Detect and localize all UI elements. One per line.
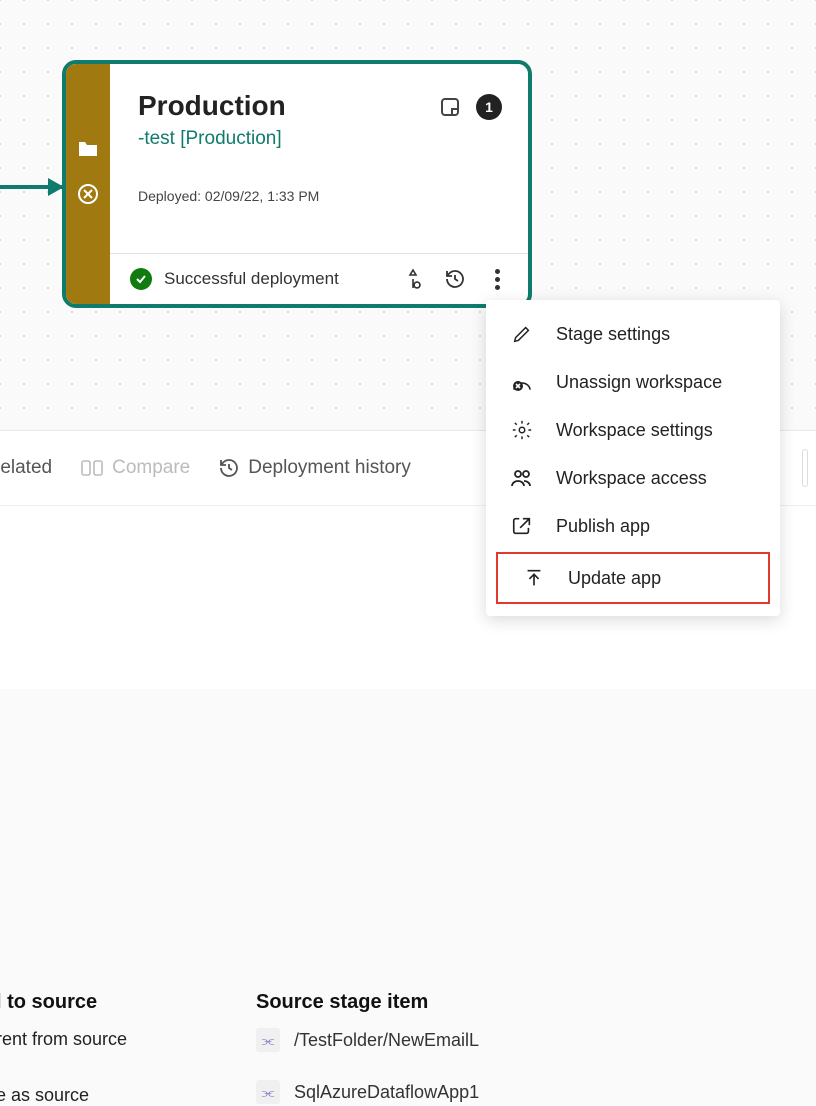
source-column: Source stage item ⫘ /TestFolder/NewEmail… bbox=[256, 991, 479, 1104]
menu-label: Workspace access bbox=[556, 468, 707, 489]
menu-update-app[interactable]: Update app bbox=[498, 554, 768, 602]
row-partial-2: e as source bbox=[0, 1085, 89, 1106]
gear-icon bbox=[510, 418, 534, 442]
source-item-name: SqlAzureDataflowApp1 bbox=[294, 1082, 479, 1103]
stage-main: 1 Production -test [Production] Deployed… bbox=[110, 64, 528, 253]
menu-stage-settings[interactable]: Stage settings bbox=[486, 310, 780, 358]
deployment-rules-icon[interactable] bbox=[402, 268, 424, 290]
deployment-status-text: Successful deployment bbox=[164, 269, 390, 289]
toolbar-compare: Compare bbox=[80, 457, 190, 479]
source-item-row[interactable]: ⫘ SqlAzureDataflowApp1 bbox=[256, 1080, 479, 1104]
dataflow-icon: ⫘ bbox=[256, 1080, 280, 1104]
folder-icon bbox=[77, 140, 99, 163]
column-header-partial: l to source bbox=[0, 991, 97, 1028]
dataflow-icon: ⫘ bbox=[256, 1028, 280, 1052]
stage-footer: Successful deployment bbox=[110, 253, 528, 304]
stage-body: 1 Production -test [Production] Deployed… bbox=[110, 64, 528, 304]
menu-workspace-access[interactable]: Workspace access bbox=[486, 454, 780, 502]
toolbar-compare-label: Compare bbox=[112, 457, 190, 479]
unassign-icon bbox=[510, 370, 534, 394]
toolbar-right-button[interactable] bbox=[802, 449, 808, 487]
menu-workspace-settings[interactable]: Workspace settings bbox=[486, 406, 780, 454]
toolbar-deployment-history[interactable]: Deployment history bbox=[218, 457, 411, 479]
deploy-cycle-icon bbox=[77, 183, 99, 210]
note-icon[interactable] bbox=[438, 95, 462, 119]
callout-highlight: Update app bbox=[496, 552, 770, 604]
menu-label: Update app bbox=[568, 568, 661, 589]
history-icon[interactable] bbox=[444, 268, 466, 290]
stage-subtitle: -test [Production] bbox=[138, 128, 500, 150]
external-link-icon bbox=[510, 514, 534, 538]
source-column-header: Source stage item bbox=[256, 991, 479, 1014]
pencil-icon bbox=[510, 322, 534, 346]
source-item-name: /TestFolder/NewEmailL bbox=[294, 1030, 479, 1051]
source-item-row[interactable]: ⫘ /TestFolder/NewEmailL bbox=[256, 1028, 479, 1052]
menu-label: Unassign workspace bbox=[556, 372, 722, 393]
deployed-timestamp: Deployed: 02/09/22, 1:33 PM bbox=[138, 188, 500, 204]
item-count-badge: 1 bbox=[476, 94, 502, 120]
toolbar-history-label: Deployment history bbox=[248, 457, 411, 479]
stage-rail bbox=[66, 64, 110, 304]
stage-context-menu: Stage settings Unassign workspace Worksp… bbox=[486, 300, 780, 616]
more-options-button[interactable] bbox=[486, 269, 508, 290]
toolbar-related[interactable]: related bbox=[0, 457, 52, 479]
people-icon bbox=[510, 466, 534, 490]
menu-publish-app[interactable]: Publish app bbox=[486, 502, 780, 550]
success-check-icon bbox=[130, 268, 152, 290]
upload-icon bbox=[522, 566, 546, 590]
menu-label: Workspace settings bbox=[556, 420, 713, 441]
menu-label: Publish app bbox=[556, 516, 650, 537]
production-stage-card: 1 Production -test [Production] Deployed… bbox=[62, 60, 532, 308]
menu-unassign-workspace[interactable]: Unassign workspace bbox=[486, 358, 780, 406]
row-partial-1: rent from source bbox=[0, 1029, 127, 1050]
menu-label: Stage settings bbox=[556, 324, 670, 345]
